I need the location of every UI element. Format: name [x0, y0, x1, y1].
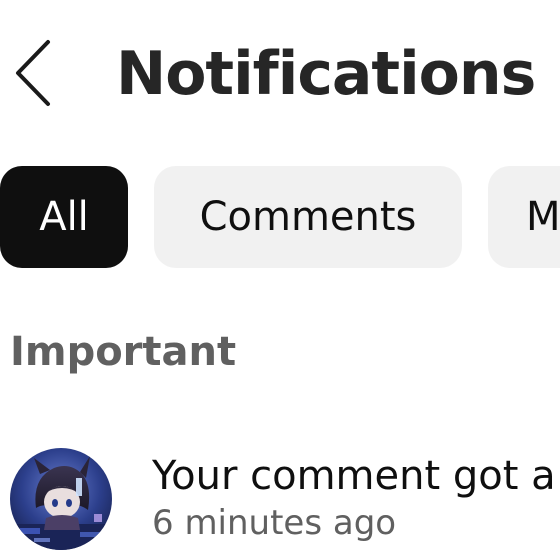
section-heading-important: Important [10, 329, 237, 375]
avatar[interactable] [10, 448, 112, 550]
tab-mentions[interactable]: M [488, 166, 560, 268]
notification-text: Your comment got a [152, 453, 556, 499]
notification-timestamp: 6 minutes ago [152, 503, 397, 543]
tab-comments[interactable]: Comments [154, 166, 462, 268]
user-avatar-icon [10, 448, 112, 550]
page-title: Notifications [116, 39, 536, 109]
back-button[interactable] [12, 38, 56, 108]
chevron-left-icon [16, 40, 50, 106]
header: Notifications [0, 0, 560, 150]
notification-item[interactable]: Your comment got a 6 minutes ago [0, 440, 560, 560]
tab-all[interactable]: All [0, 166, 128, 268]
filter-tabs: All Comments M [0, 166, 560, 270]
